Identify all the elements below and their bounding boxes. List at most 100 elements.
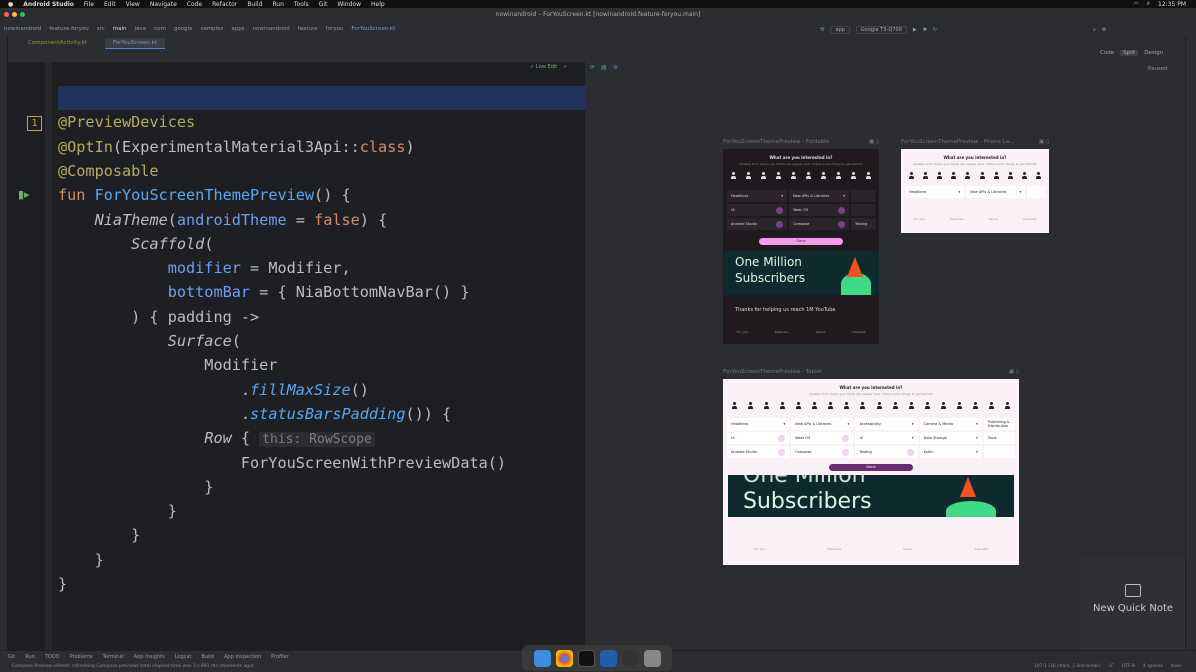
menu-view[interactable]: View: [126, 1, 140, 8]
code-line[interactable]: modifier = Modifier,: [58, 256, 351, 280]
tool-app-inspection[interactable]: App Inspection: [224, 654, 261, 660]
code-line[interactable]: @OptIn(ExperimentalMaterial3Api::class): [58, 135, 415, 159]
code-line[interactable]: @Composable: [58, 159, 159, 183]
menu-run[interactable]: Run: [272, 1, 284, 8]
preview-actions-icon[interactable]: ▣ ▯: [1009, 369, 1019, 375]
zoom-icon[interactable]: ⊕: [613, 64, 618, 71]
tool-problems[interactable]: Problems: [70, 654, 93, 660]
code-line[interactable]: }: [58, 523, 140, 547]
run-icon[interactable]: ▶: [913, 27, 917, 33]
crumb[interactable]: samples: [200, 26, 223, 32]
menu-window[interactable]: Window: [337, 1, 361, 8]
search-icon[interactable]: ⌕: [1093, 27, 1096, 33]
crumb[interactable]: feature: [298, 26, 318, 32]
run-config-select[interactable]: app: [830, 26, 850, 34]
code-line[interactable]: NiaTheme(androidTheme = false) {: [58, 208, 388, 232]
word-icon[interactable]: [599, 649, 617, 667]
menu-edit[interactable]: Edit: [104, 1, 116, 8]
code-line[interactable]: Surface(: [58, 329, 241, 353]
editor-scrollbar[interactable]: [578, 70, 582, 520]
crumb[interactable]: src: [97, 26, 105, 32]
tool-run[interactable]: Run: [25, 654, 35, 660]
crumb[interactable]: nowinandroid: [4, 26, 41, 32]
zoom-window-button[interactable]: [20, 12, 25, 17]
menu-app-name[interactable]: Android Studio: [23, 1, 74, 8]
encoding[interactable]: UTF-8: [1122, 662, 1135, 672]
code-line[interactable]: Scaffold(: [58, 232, 213, 256]
layers-icon[interactable]: ▤: [601, 64, 607, 71]
crumb[interactable]: com: [154, 26, 166, 32]
tool-app-insights[interactable]: App Insights: [134, 654, 165, 660]
menu-git[interactable]: Git: [319, 1, 328, 8]
live-edit-indicator[interactable]: ✓ Live Edit: [530, 64, 557, 70]
crumb[interactable]: ForYouScreen.kt: [351, 26, 395, 32]
code-line[interactable]: ) { padding ->: [58, 305, 259, 329]
hammer-icon[interactable]: ⚒: [820, 27, 824, 33]
menu-refactor[interactable]: Refactor: [212, 1, 237, 8]
done-button[interactable]: Done: [829, 464, 913, 471]
line-separator[interactable]: LF: [1109, 662, 1114, 672]
code-line[interactable]: Row { this: RowScope: [58, 426, 375, 450]
menu-build[interactable]: Build: [247, 1, 262, 8]
wifi-icon[interactable]: ◠: [1133, 1, 1138, 8]
indent[interactable]: 4 spaces: [1143, 662, 1163, 672]
tool-logcat[interactable]: Logcat: [175, 654, 192, 660]
tab-componentactivity[interactable]: ComponentActivity.kt: [20, 38, 95, 48]
git-branch[interactable]: main: [1171, 662, 1182, 672]
chrome-icon[interactable]: [555, 649, 573, 667]
crumb[interactable]: google: [174, 26, 193, 32]
tool-terminal[interactable]: Terminal: [103, 654, 124, 660]
code-line[interactable]: }: [58, 475, 213, 499]
sync-icon[interactable]: ↻: [933, 27, 937, 33]
menu-help[interactable]: Help: [371, 1, 385, 8]
code-line[interactable]: Modifier: [58, 353, 277, 377]
refresh-icon[interactable]: ⟳: [590, 64, 595, 71]
split-view-button[interactable]: Split: [1120, 50, 1139, 56]
cursor-position[interactable]: 107:1 (16 chars, 1 line break): [1034, 662, 1101, 672]
tool-git[interactable]: Git: [8, 654, 15, 660]
code-line[interactable]: }: [58, 572, 67, 596]
code-line[interactable]: .fillMaxSize(): [58, 378, 369, 402]
close-window-button[interactable]: [4, 12, 9, 17]
code-line[interactable]: fun ForYouScreenThemePreview() {: [58, 183, 351, 207]
crumb[interactable]: java: [135, 26, 147, 32]
menu-code[interactable]: Code: [187, 1, 202, 8]
code-line[interactable]: ForYouScreenWithPreviewData(): [58, 451, 506, 475]
menu-file[interactable]: File: [84, 1, 94, 8]
code-view-button[interactable]: Code: [1100, 50, 1114, 56]
preview-actions-icon[interactable]: ▣ ▯: [1039, 139, 1049, 145]
code-line[interactable]: @PreviewDevices: [58, 110, 195, 134]
quick-note-button[interactable]: New Quick Note: [1080, 558, 1186, 650]
code-line[interactable]: }: [58, 548, 104, 572]
design-view-button[interactable]: Design: [1144, 50, 1163, 56]
code-line[interactable]: bottomBar = { NiaBottomNavBar() }: [58, 280, 470, 304]
minimize-window-button[interactable]: [12, 12, 17, 17]
tool-todo[interactable]: TODO: [45, 654, 60, 660]
device-select[interactable]: Google T3-Q700: [855, 26, 907, 34]
menu-tools[interactable]: Tools: [294, 1, 309, 8]
apple-icon[interactable]: ●: [8, 1, 13, 8]
search-icon[interactable]: ⌕: [1147, 0, 1150, 8]
tab-foryouscreen[interactable]: ForYouScreen.kt: [104, 37, 165, 49]
run-preview-gutter-icon[interactable]: ▮▸: [18, 188, 32, 202]
warning-badge[interactable]: 1: [27, 116, 42, 131]
done-button[interactable]: Done: [759, 238, 843, 245]
crumb[interactable]: main: [113, 26, 127, 32]
crumb[interactable]: nowinandroid: [253, 26, 290, 32]
tool-build[interactable]: Build: [201, 654, 214, 660]
tool-profiler[interactable]: Profiler: [271, 654, 289, 660]
preview-actions-icon[interactable]: ▣ ▯: [869, 139, 879, 145]
preview-foldable[interactable]: What are you interested in? Updates from…: [723, 149, 879, 344]
preview-tablet[interactable]: What are you interested in? Updates from…: [723, 379, 1019, 565]
gear-icon[interactable]: ⚙: [1102, 27, 1106, 33]
code-line[interactable]: }: [58, 499, 177, 523]
finder-icon[interactable]: [533, 649, 551, 667]
trash-icon[interactable]: [643, 649, 661, 667]
preview-phone-landscape[interactable]: What are you interested in? Updates from…: [901, 149, 1049, 233]
code-line[interactable]: .statusBarsPadding()) {: [58, 402, 451, 426]
menu-navigate[interactable]: Navigate: [150, 1, 177, 8]
crumb[interactable]: feature-foryou: [49, 26, 89, 32]
terminal-icon[interactable]: [577, 649, 595, 667]
crumb[interactable]: foryou: [326, 26, 344, 32]
crumb[interactable]: apps: [231, 26, 244, 32]
